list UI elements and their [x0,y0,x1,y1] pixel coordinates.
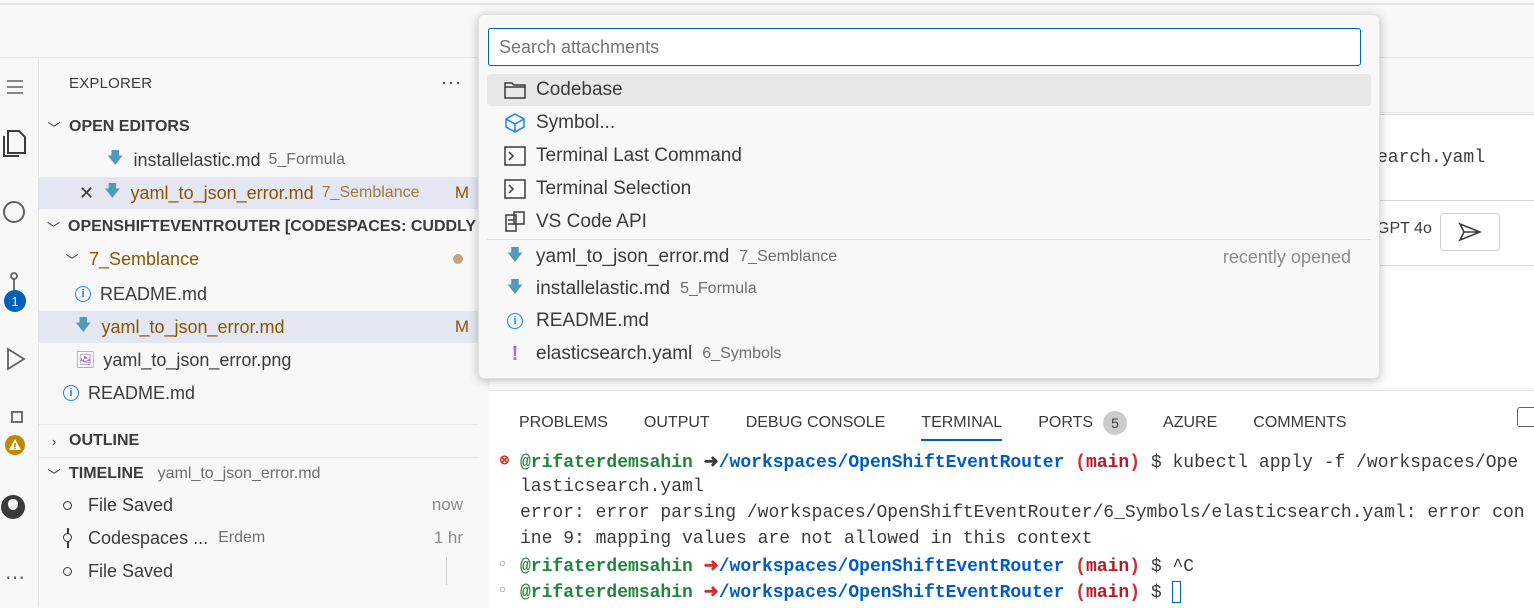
warning-icon [4,434,26,456]
command-mark-icon: ○ [499,557,507,571]
timeline-entry[interactable]: Codespaces ... Erdem 1 hr [39,522,479,554]
tab-debug-console[interactable]: DEBUG CONSOLE [746,409,886,437]
explorer-title: EXPLORER [69,75,153,92]
commit-icon [61,528,74,548]
markdown-icon: 🡇 [506,246,524,264]
chevron-down-icon: ﹀ [65,252,79,268]
close-icon[interactable]: ✕ [79,183,94,204]
markdown-icon: 🡇 [506,278,524,296]
quickpick-item-terminal-last-command[interactable]: Terminal Last Command [487,140,1371,172]
quickpick-recent-item[interactable]: 🡇 installelastic.md 5_Formula [487,273,1371,305]
chevron-down-icon: ﹀ [47,120,61,136]
timeline-entry[interactable]: File Saved now [39,489,479,521]
chevron-right-icon: › [51,433,57,449]
command-mark-icon: ○ [499,583,507,597]
search-icon[interactable] [0,198,30,228]
file-item-active[interactable]: 🡇 yaml_to_json_error.md M [39,311,479,343]
open-editors-header[interactable]: ﹀ OPEN EDITORS [39,111,479,143]
github-icon[interactable] [0,492,30,522]
timeline-header[interactable]: ﹀ TIMELINE yaml_to_json_error.md [39,457,479,490]
info-icon: i [63,385,79,401]
file-item[interactable]: i README.md [39,278,479,310]
quickpick-recent-item[interactable]: ! elasticsearch.yaml 6_Symbols [487,338,1371,370]
open-editor-item[interactable]: 🡇 installelastic.md 5_Formula [39,144,479,176]
chat-attachment-text: earch.yaml [1377,148,1486,168]
workspace-header[interactable]: ﹀ OPENSHIFTEVENTROUTER [CODESPACES: CUDD… [39,211,494,243]
terminal-icon [504,178,526,200]
info-icon: i [75,286,91,302]
open-editor-item-active[interactable]: ✕ 🡇 yaml_to_json_error.md 7_Semblance M [39,177,479,209]
symbol-icon [504,112,526,134]
image-icon: 🖼 [75,352,96,369]
quickpick-item-terminal-selection[interactable]: Terminal Selection [487,173,1371,205]
chevron-down-icon: ﹀ [47,467,61,483]
terminal-line: lasticsearch.yaml [520,477,704,497]
scm-badge: 1 [4,290,26,312]
markdown-icon: 🡇 [75,316,92,334]
menu-icon[interactable] [0,72,30,102]
send-icon [1458,222,1482,242]
run-debug-icon[interactable] [0,344,30,374]
terminal-line: @rifaterdemsahin ➜/workspaces/OpenShiftE… [520,581,1182,607]
markdown-icon: 🡇 [104,182,121,200]
quickpick-recent-item[interactable]: i README.md [487,305,1371,337]
info-icon: i [504,310,526,332]
timeline-dot-icon [63,500,72,510]
attachment-quick-pick: Codebase Symbol... Terminal Last Command… [478,14,1380,379]
send-button[interactable] [1440,213,1500,251]
folder-item[interactable]: ﹀ 7_Semblance [39,243,479,275]
markdown-icon: 🡇 [107,149,124,167]
chevron-down-icon: ﹀ [47,220,61,236]
error-mark-icon: ⊗ [499,453,510,468]
tab-problems[interactable]: PROBLEMS [519,409,608,437]
folder-icon [504,79,526,101]
ports-count-badge: 5 [1103,411,1128,435]
panel-tabs: PROBLEMS OUTPUT DEBUG CONSOLE TERMINAL P… [519,409,1383,441]
file-item[interactable]: 🖼 yaml_to_json_error.png [39,344,479,376]
tab-ports[interactable]: PORTS 5 [1038,409,1128,437]
quickpick-item-vscode-api[interactable]: VS Code API [487,206,1371,238]
terminal-line: @rifaterdemsahin ➜/workspaces/OpenShiftE… [520,453,1519,473]
search-attachments-input[interactable] [488,28,1361,66]
timeline-dot-icon [63,566,72,576]
api-icon [504,211,526,233]
timeline-entry[interactable]: File Saved [39,555,479,587]
explorer-more-button[interactable]: ··· [441,72,462,93]
explorer-icon[interactable] [0,128,30,158]
tab-azure[interactable]: AZURE [1163,409,1217,437]
separator [487,239,1371,240]
terminal-line: error: error parsing /workspaces/OpenShi… [520,503,1525,523]
terminal-icon [504,145,526,167]
tab-terminal[interactable]: TERMINAL [921,409,1002,441]
outline-header[interactable]: › OUTLINE [39,424,479,457]
panel-action-icon[interactable] [1517,407,1534,427]
scrollbar[interactable] [446,557,447,585]
quickpick-item-symbol[interactable]: Symbol... [487,107,1371,139]
terminal-cursor [1172,581,1182,604]
terminal-line: @rifaterdemsahin ➜/workspaces/OpenShiftE… [520,557,1195,577]
quickpick-item-codebase[interactable]: Codebase [487,74,1371,106]
modified-dot [453,254,463,264]
bottom-panel: PROBLEMS OUTPUT DEBUG CONSOLE TERMINAL P… [489,390,1534,608]
explorer-sidebar: EXPLORER ··· ﹀ OPEN EDITORS 🡇 installela… [39,58,494,607]
yaml-icon: ! [511,342,519,365]
terminal-line: ine 9: mapping values are not allowed in… [520,529,1093,549]
tab-comments[interactable]: COMMENTS [1253,409,1346,437]
tab-output[interactable]: OUTPUT [644,409,710,437]
more-icon[interactable]: ⋯ [0,562,30,592]
file-item[interactable]: i README.md [39,377,479,409]
quickpick-recent-item[interactable]: 🡇 yaml_to_json_error.md 7_Semblance rece… [487,241,1371,273]
activity-bar: 1 ⋯ [0,58,39,607]
